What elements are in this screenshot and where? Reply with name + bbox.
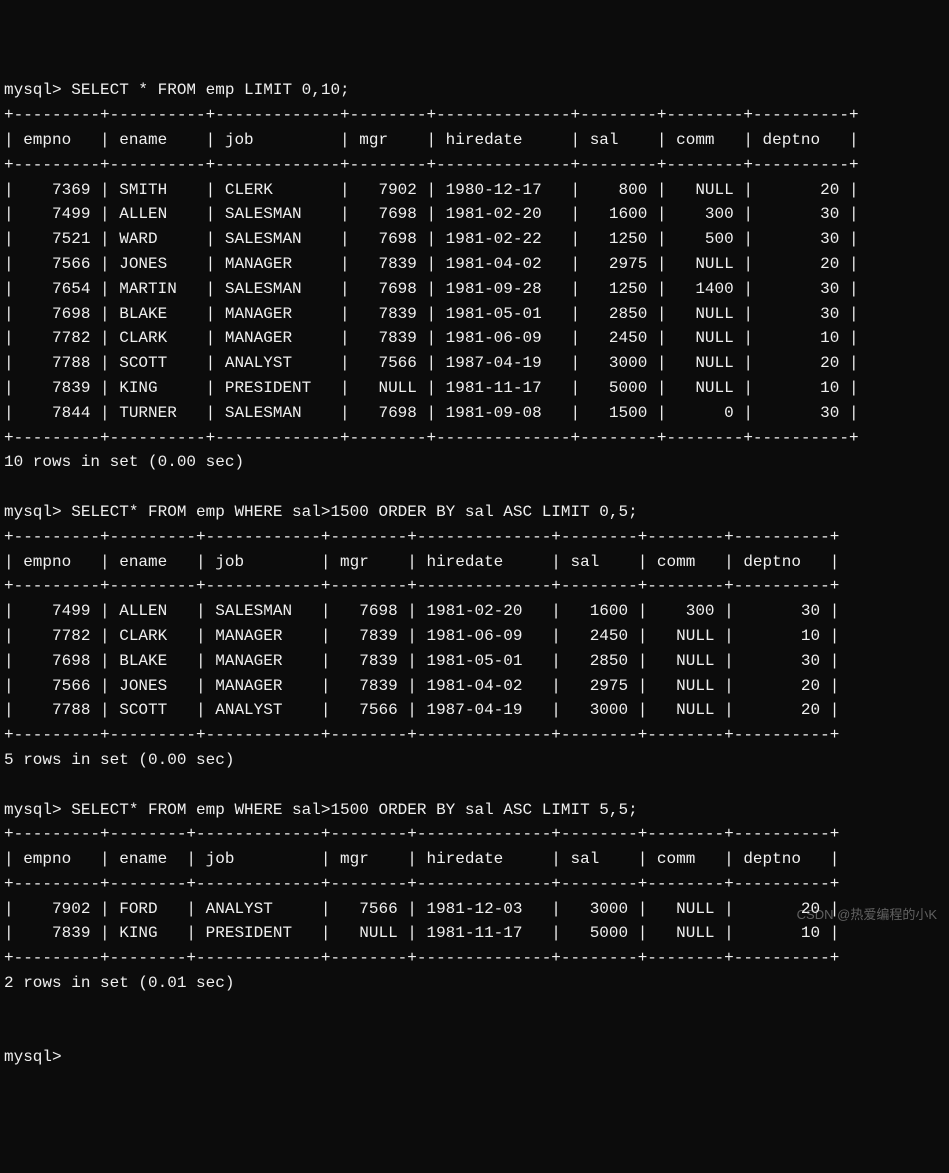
mysql-prompt[interactable]: mysql>: [4, 1048, 62, 1066]
terminal-output: mysql> SELECT * FROM emp LIMIT 0,10; +--…: [4, 78, 945, 1020]
watermark: CSDN @热爱编程的小K: [797, 905, 937, 925]
